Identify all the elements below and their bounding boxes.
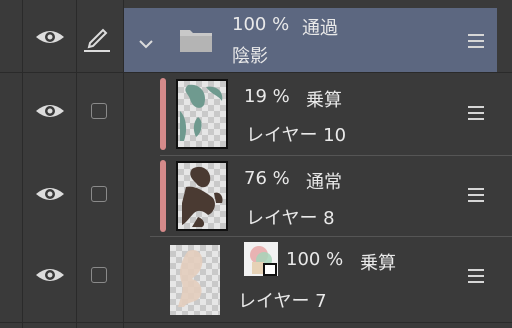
layer-percent: 100 % bbox=[232, 14, 290, 35]
layer-row[interactable]: 100 % 乗算 レイヤー 7 bbox=[0, 237, 512, 328]
hamburger-menu-icon[interactable] bbox=[468, 106, 484, 120]
layer-row-folder[interactable]: 100 % 通過 陰影 bbox=[0, 0, 512, 72]
layer-percent: 100 % bbox=[286, 249, 344, 270]
layer-thumbnail bbox=[170, 245, 220, 315]
layer-thumbnail bbox=[176, 161, 228, 231]
layer-name: 陰影 bbox=[232, 46, 268, 67]
hamburger-menu-icon[interactable] bbox=[468, 188, 484, 202]
eye-icon[interactable] bbox=[34, 184, 66, 204]
checkbox[interactable] bbox=[91, 103, 107, 119]
folder-icon bbox=[180, 30, 212, 52]
hamburger-menu-icon[interactable] bbox=[468, 269, 484, 283]
layer-name: レイヤー 10 bbox=[246, 125, 347, 146]
layer-percent: 19 % bbox=[244, 86, 290, 107]
layer-blend-mode: 乗算 bbox=[360, 253, 396, 274]
hamburger-menu-icon[interactable] bbox=[468, 34, 484, 48]
chevron-down-icon[interactable] bbox=[138, 38, 154, 50]
layer-row[interactable]: 19 % 乗算 レイヤー 10 bbox=[0, 73, 512, 154]
eye-icon[interactable] bbox=[34, 265, 66, 285]
checkbox[interactable] bbox=[91, 267, 107, 283]
eye-icon[interactable] bbox=[34, 101, 66, 121]
layer-blend-mode: 乗算 bbox=[306, 90, 342, 111]
pen-icon[interactable] bbox=[82, 22, 112, 52]
layer-name: レイヤー 7 bbox=[238, 291, 327, 312]
row-divider bbox=[0, 322, 512, 323]
layer-name: レイヤー 8 bbox=[246, 208, 335, 229]
layer-color-thumbnail bbox=[244, 242, 278, 276]
checkbox[interactable] bbox=[91, 186, 107, 202]
layer-blend-mode: 通常 bbox=[306, 172, 342, 193]
layer-row[interactable]: 76 % 通常 レイヤー 8 bbox=[0, 156, 512, 236]
layer-percent: 76 % bbox=[244, 168, 290, 189]
mask-indicator bbox=[160, 160, 166, 232]
mask-indicator bbox=[160, 78, 166, 150]
eye-icon[interactable] bbox=[34, 27, 66, 47]
layer-blend-mode: 通過 bbox=[302, 18, 338, 39]
layer-thumbnail bbox=[176, 79, 228, 149]
